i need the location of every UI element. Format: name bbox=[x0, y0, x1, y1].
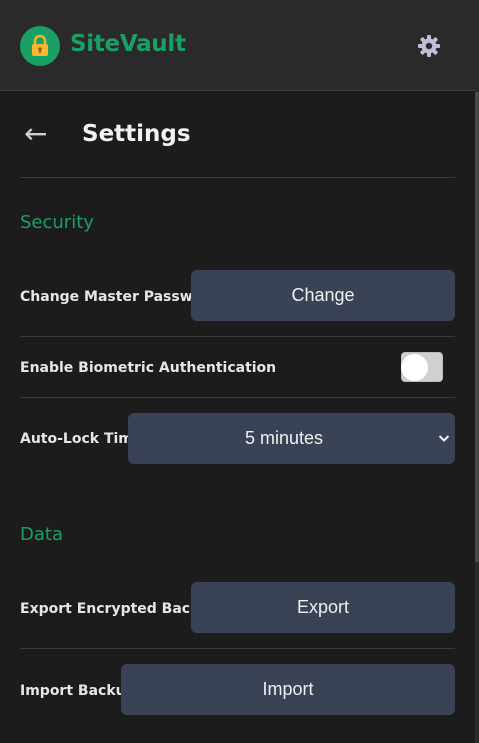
app-logo bbox=[20, 26, 60, 66]
scrollbar-thumb[interactable] bbox=[475, 92, 479, 562]
import-label: Import Backup bbox=[20, 683, 136, 699]
gear-icon[interactable] bbox=[417, 34, 441, 58]
toggle-knob bbox=[401, 354, 428, 381]
auto-lock-value: 5 minutes bbox=[244, 428, 324, 448]
change-password-button[interactable]: Change bbox=[191, 270, 455, 321]
biometric-toggle[interactable] bbox=[401, 352, 443, 382]
back-button[interactable]: ← bbox=[24, 116, 60, 152]
app-header: SiteVault bbox=[0, 0, 475, 91]
auto-lock-label: Auto-Lock Time bbox=[20, 431, 143, 447]
biometric-label: Enable Biometric Authentication bbox=[20, 360, 277, 376]
chevron-down-icon bbox=[438, 435, 450, 442]
lock-icon bbox=[32, 34, 48, 56]
divider bbox=[20, 177, 455, 178]
export-label: Export Encrypted Backup bbox=[20, 601, 220, 617]
section-title-data: Data bbox=[20, 524, 63, 545]
app-title: SiteVault bbox=[70, 31, 186, 57]
section-title-security: Security bbox=[20, 212, 94, 233]
page-title: Settings bbox=[82, 121, 191, 147]
divider bbox=[20, 648, 455, 649]
arrow-left-icon: ← bbox=[24, 117, 48, 150]
divider bbox=[20, 397, 455, 398]
change-password-label: Change Master Password bbox=[20, 289, 220, 305]
import-button[interactable]: Import bbox=[121, 664, 455, 715]
export-button[interactable]: Export bbox=[191, 582, 455, 633]
divider bbox=[20, 336, 455, 337]
auto-lock-select[interactable]: 5 minutes bbox=[128, 413, 455, 464]
